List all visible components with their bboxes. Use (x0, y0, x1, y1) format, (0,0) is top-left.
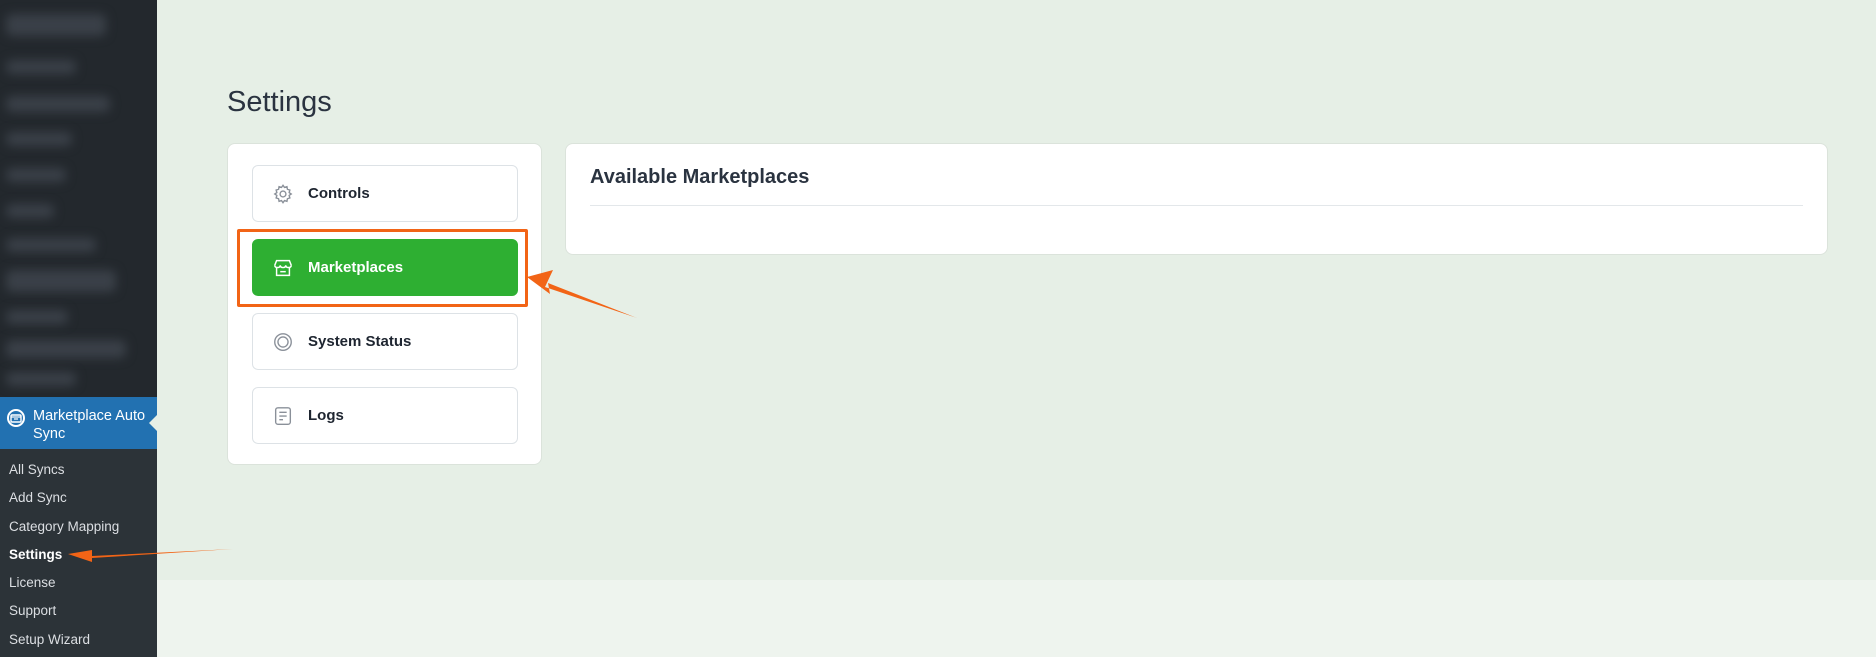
sidebar-item-marketplace-auto-sync[interactable]: Marketplace Auto Sync (0, 397, 157, 449)
gear-icon (271, 182, 295, 206)
submenu-item-support[interactable]: Support (0, 600, 157, 628)
status-ring-icon (271, 330, 295, 354)
submenu-item-setup-wizard[interactable]: Setup Wizard (0, 629, 157, 657)
submenu-item-settings[interactable]: Settings (0, 544, 157, 572)
submenu-item-category-mapping[interactable]: Category Mapping (0, 516, 157, 544)
sidebar-active-label: Marketplace Auto Sync (33, 408, 146, 442)
page-title: Settings (227, 86, 332, 118)
available-marketplaces-card: Available Marketplaces (565, 143, 1828, 255)
nav-system-status[interactable]: System Status (252, 313, 518, 370)
active-menu-notch (149, 415, 157, 431)
store-badge-icon (7, 409, 25, 427)
arrow-to-marketplaces (527, 270, 637, 318)
section-heading: Available Marketplaces (590, 166, 810, 188)
nav-logs-label: Logs (308, 407, 344, 424)
blurred-admin-menu (0, 0, 157, 397)
submenu-item-all-syncs[interactable]: All Syncs (0, 459, 157, 487)
nav-system-status-label: System Status (308, 333, 412, 350)
submenu: All Syncs Add Sync Category Mapping Sett… (0, 449, 157, 657)
submenu-item-add-sync[interactable]: Add Sync (0, 487, 157, 515)
main-footer-area (157, 580, 1876, 657)
nav-logs[interactable]: Logs (252, 387, 518, 444)
nav-controls[interactable]: Controls (252, 165, 518, 222)
annotation-highlight-box (237, 229, 528, 307)
submenu-item-license[interactable]: License (0, 572, 157, 600)
admin-sidebar: Marketplace Auto Sync All Syncs Add Sync… (0, 0, 157, 657)
section-divider (590, 205, 1803, 206)
log-document-icon (271, 404, 295, 428)
nav-controls-label: Controls (308, 185, 370, 202)
